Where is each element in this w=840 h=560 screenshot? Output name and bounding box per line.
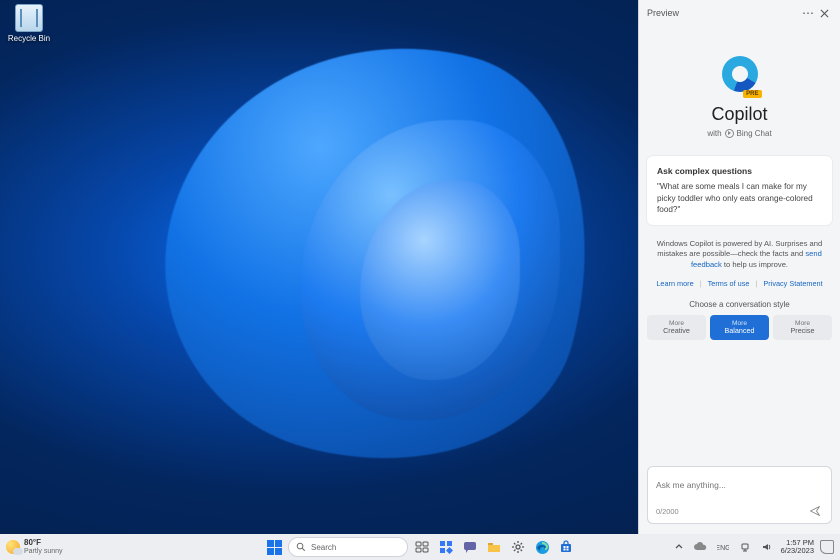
- store-icon[interactable]: [556, 537, 576, 557]
- recycle-bin-icon: [15, 4, 43, 32]
- pre-badge: PRE: [743, 90, 761, 98]
- bing-icon: [725, 129, 734, 138]
- style-bottom: Precise: [775, 327, 830, 335]
- tray-chevron-icon[interactable]: [671, 537, 687, 557]
- taskbar-clock[interactable]: 1:57 PM 6/23/2023: [781, 539, 814, 555]
- separator: |: [700, 279, 702, 288]
- suggestion-card[interactable]: Ask complex questions "What are some mea…: [647, 156, 832, 225]
- terms-link[interactable]: Terms of use: [708, 279, 750, 288]
- privacy-link[interactable]: Privacy Statement: [763, 279, 822, 288]
- composer: 0/2000: [639, 458, 840, 534]
- start-button[interactable]: [264, 537, 284, 557]
- tray-language-icon[interactable]: ENG: [715, 537, 731, 557]
- subtitle-prefix: with: [707, 129, 721, 138]
- footer-links: Learn more | Terms of use | Privacy Stat…: [639, 277, 840, 296]
- svg-text:ENG: ENG: [717, 545, 729, 552]
- file-explorer-icon[interactable]: [484, 537, 504, 557]
- disclaimer-suffix: to help us improve.: [722, 260, 788, 269]
- suggestion-card-title: Ask complex questions: [657, 166, 822, 177]
- style-precise-button[interactable]: More Precise: [773, 315, 832, 341]
- edge-icon[interactable]: [532, 537, 552, 557]
- notifications-icon[interactable]: [820, 540, 834, 554]
- copilot-subtitle: with Bing Chat: [649, 129, 830, 138]
- disclaimer-text: Windows Copilot is powered by AI. Surpri…: [639, 225, 840, 277]
- style-bottom: Balanced: [712, 327, 767, 335]
- more-icon[interactable]: ⋯: [800, 5, 816, 21]
- close-icon[interactable]: [816, 5, 832, 21]
- style-top: More: [775, 320, 830, 328]
- search-placeholder: Search: [311, 543, 336, 552]
- task-view-icon[interactable]: [412, 537, 432, 557]
- style-creative-button[interactable]: More Creative: [647, 315, 706, 341]
- style-top: More: [712, 320, 767, 328]
- tray-network-icon[interactable]: [737, 537, 753, 557]
- tray-onedrive-icon[interactable]: [693, 537, 709, 557]
- ask-input[interactable]: [656, 480, 823, 490]
- style-balanced-button[interactable]: More Balanced: [710, 315, 769, 341]
- recycle-bin-desktop-icon[interactable]: Recycle Bin: [4, 4, 54, 43]
- copilot-logo-icon: PRE: [720, 56, 760, 96]
- copilot-header-title: Preview: [647, 8, 679, 18]
- weather-icon: [6, 540, 20, 554]
- widgets-icon[interactable]: [436, 537, 456, 557]
- taskbar-center: Search: [264, 537, 576, 557]
- learn-more-link[interactable]: Learn more: [656, 279, 693, 288]
- weather-temp: 80°F: [24, 539, 63, 547]
- copilot-header: Preview ⋯: [639, 0, 840, 26]
- chat-icon[interactable]: [460, 537, 480, 557]
- suggestion-card-example: "What are some meals I can make for my p…: [657, 181, 822, 214]
- style-bottom: Creative: [649, 327, 704, 335]
- separator: |: [755, 279, 757, 288]
- copilot-hero: PRE Copilot with Bing Chat: [639, 26, 840, 146]
- search-icon: [296, 542, 306, 552]
- disclaimer-prefix: Windows Copilot is powered by AI. Surpri…: [657, 239, 822, 259]
- weather-condition: Partly sunny: [24, 548, 63, 555]
- ask-box[interactable]: 0/2000: [647, 466, 832, 524]
- tray-volume-icon[interactable]: [759, 537, 775, 557]
- copilot-title: Copilot: [649, 104, 830, 125]
- style-top: More: [649, 320, 704, 328]
- weather-widget[interactable]: 80°F Partly sunny: [6, 539, 63, 555]
- char-counter: 0/2000: [656, 507, 679, 516]
- copilot-panel: Preview ⋯ PRE Copilot with Bing Chat Ask…: [638, 0, 840, 534]
- system-tray: ENG 1:57 PM 6/23/2023: [671, 537, 834, 557]
- clock-date: 6/23/2023: [781, 547, 814, 555]
- subtitle-brand: Bing Chat: [737, 129, 772, 138]
- taskbar-search[interactable]: Search: [288, 537, 408, 557]
- conversation-styles: More Creative More Balanced More Precise: [639, 315, 840, 341]
- style-heading: Choose a conversation style: [639, 300, 840, 309]
- taskbar: 80°F Partly sunny Search: [0, 534, 840, 560]
- recycle-bin-label: Recycle Bin: [4, 34, 54, 43]
- settings-icon[interactable]: [508, 537, 528, 557]
- send-icon[interactable]: [807, 503, 823, 519]
